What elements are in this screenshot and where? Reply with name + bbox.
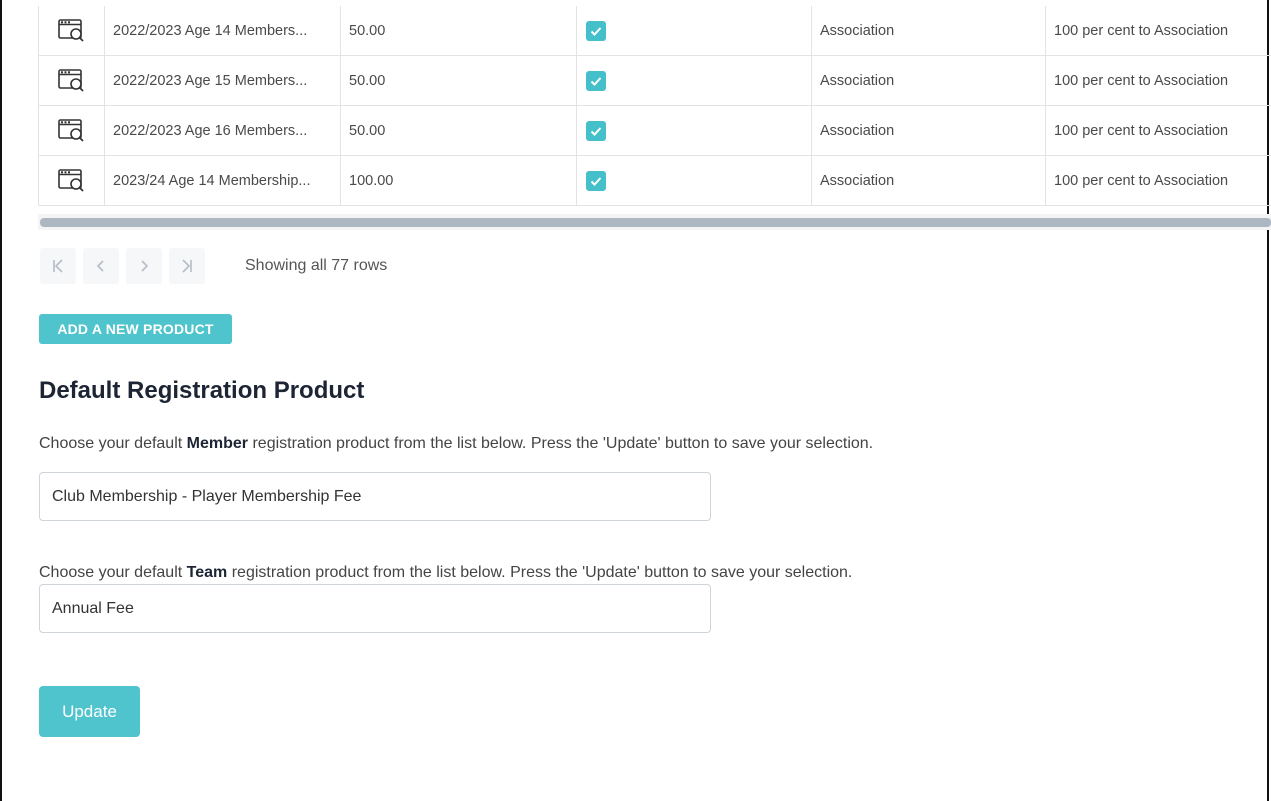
table-row: 2022/2023 Age 15 Members... 50.00 Associat… [38, 55, 1271, 106]
product-price: 50.00 [340, 6, 577, 56]
view-details-icon[interactable] [56, 118, 88, 144]
active-cell [576, 55, 812, 106]
active-cell [576, 155, 812, 206]
pagination-status: Showing all 77 rows [245, 257, 388, 274]
update-button[interactable]: Update [39, 686, 140, 737]
view-details-icon[interactable] [56, 168, 88, 194]
product-price: 50.00 [340, 105, 577, 156]
next-page-button[interactable] [126, 248, 162, 284]
product-owner: Association [811, 55, 1046, 106]
product-name: 2022/2023 Age 16 Members... [104, 105, 341, 156]
add-new-product-button[interactable]: ADD A NEW PRODUCT [39, 314, 232, 344]
products-table: 2022/2023 Age 14 Members... 50.00 Associat… [38, 6, 1271, 206]
first-page-icon [53, 259, 63, 273]
view-details-icon[interactable] [56, 68, 88, 94]
active-checkbox[interactable] [586, 120, 606, 141]
view-details-icon[interactable] [56, 18, 88, 44]
section-title: Default Registration Product [39, 377, 365, 404]
product-split: 100 per cent to Association [1045, 55, 1271, 106]
product-split: 100 per cent to Association [1045, 105, 1271, 156]
product-split: 100 per cent to Association [1045, 6, 1271, 56]
team-instructions: Choose your default Team registration pr… [39, 564, 853, 581]
member-instructions: Choose your default Member registration … [39, 435, 874, 452]
team-product-select[interactable]: Annual Fee [39, 584, 711, 633]
view-cell [38, 105, 105, 156]
first-page-button[interactable] [40, 248, 76, 284]
product-name: 2022/2023 Age 14 Members... [104, 6, 341, 56]
active-checkbox[interactable] [586, 70, 606, 91]
prev-page-icon [96, 260, 104, 272]
table-row: 2023/24 Age 14 Membership... 100.00 Associ… [38, 155, 1271, 206]
view-cell [38, 155, 105, 206]
member-product-select[interactable]: Club Membership - Player Membership Fee [39, 472, 711, 521]
horizontal-scrollbar[interactable] [40, 218, 1271, 227]
pagination: Showing all 77 rows [40, 247, 387, 285]
product-price: 100.00 [340, 155, 577, 206]
prev-page-button[interactable] [83, 248, 119, 284]
active-checkbox[interactable] [586, 170, 606, 191]
product-split: 100 per cent to Association [1045, 155, 1271, 206]
active-cell [576, 105, 812, 156]
product-price: 50.00 [340, 55, 577, 106]
product-name: 2023/24 Age 14 Membership... [104, 155, 341, 206]
product-owner: Association [811, 6, 1046, 56]
last-page-button[interactable] [169, 248, 205, 284]
active-checkbox[interactable] [586, 20, 606, 41]
view-cell [38, 55, 105, 106]
product-owner: Association [811, 105, 1046, 156]
active-cell [576, 6, 812, 56]
table-row: 2022/2023 Age 16 Members... 50.00 Associat… [38, 105, 1271, 156]
product-owner: Association [811, 155, 1046, 206]
table-row: 2022/2023 Age 14 Members... 50.00 Associat… [38, 6, 1271, 56]
product-name: 2022/2023 Age 15 Members... [104, 55, 341, 106]
view-cell [38, 6, 105, 56]
last-page-icon [182, 259, 192, 273]
next-page-icon [141, 260, 149, 272]
